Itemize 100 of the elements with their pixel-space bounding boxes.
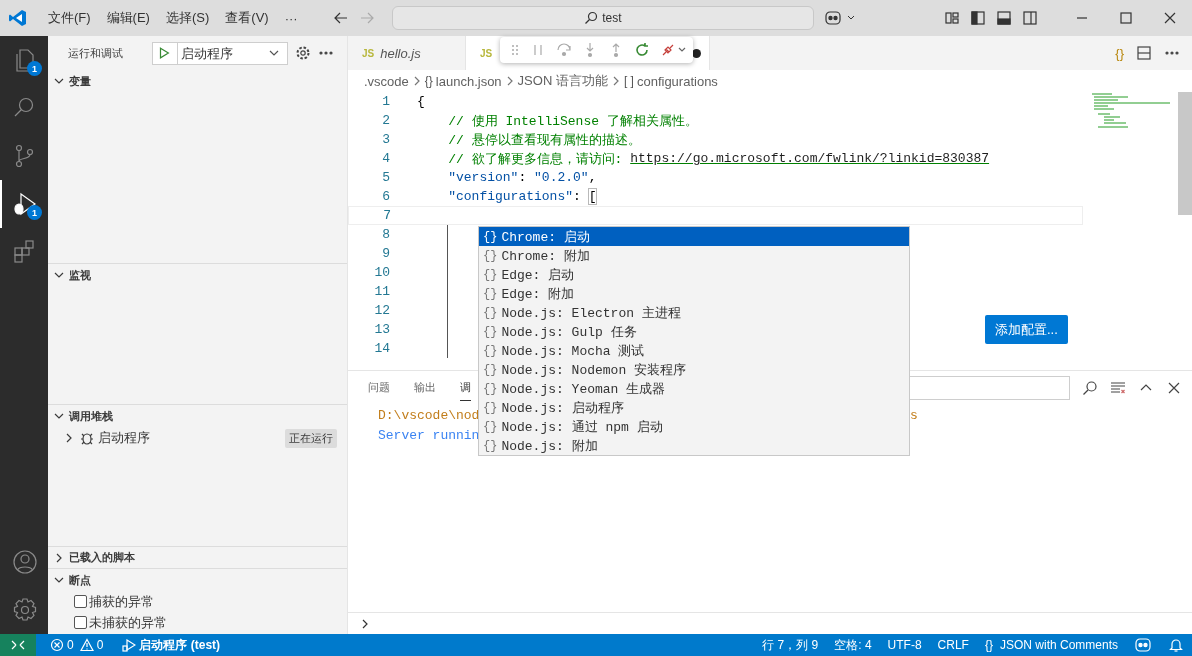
code-line: "configurations": [ [447, 189, 597, 204]
suggestion-item[interactable]: {} Node.js: 附加 [479, 436, 909, 455]
count-badge: 1 [27, 61, 42, 76]
command-center[interactable]: test [391, 6, 814, 30]
warning-icon [79, 638, 94, 652]
panel-tab[interactable]: 输出 [414, 375, 436, 401]
search-icon [584, 11, 599, 25]
settings-icon [11, 596, 39, 624]
suggestion-item[interactable]: {} Edge: 附加 [479, 284, 909, 303]
split-editor-icon[interactable] [1136, 45, 1152, 61]
line-number: 12 [373, 303, 390, 318]
app-logo [8, 8, 28, 28]
section-header[interactable]: 已载入的脚本 [48, 547, 347, 568]
line-number: 2 [381, 113, 390, 128]
bell-icon[interactable] [1168, 637, 1184, 653]
error-icon [50, 638, 64, 652]
checkbox[interactable] [74, 616, 87, 629]
line-number: 11 [373, 284, 390, 299]
menu-item[interactable]: 编辑(E) [98, 9, 158, 27]
line-number: 1 [381, 94, 390, 109]
count-badge: 1 [27, 205, 42, 220]
settings-icon[interactable] [295, 45, 311, 61]
layout-icon[interactable] [944, 10, 960, 26]
status-badge: 正在运行 [285, 428, 337, 448]
line-number: 3 [381, 132, 390, 147]
breadcrumb-item[interactable]: .vscode [364, 73, 409, 89]
suggestion-item[interactable]: {} Chrome: 附加 [479, 246, 909, 265]
breadcrumb-icon: {} [424, 74, 433, 88]
thread-name: 启动程序 [98, 429, 151, 447]
suggestion-item[interactable]: {} Node.js: Electron 主进程 [479, 303, 909, 322]
output-line: s [910, 407, 918, 423]
menu-item[interactable]: 查看(V) [217, 9, 277, 27]
line-number: 10 [373, 265, 390, 280]
debug-icon [122, 638, 137, 652]
suggestion-item[interactable]: {} Edge: 启动 [479, 265, 909, 284]
code-link[interactable]: https://go.microsoft.com/fwlink/?linkid=830387 [630, 151, 990, 166]
debug-status[interactable]: 启动程序 (test) [114, 636, 229, 654]
suggestion-item[interactable]: {} Chrome: 启动 [479, 227, 909, 246]
breadcrumb-item[interactable]: JSON 语言功能 [517, 72, 608, 90]
activity-bar-item[interactable]: 1 [0, 36, 48, 84]
line-number: 5 [381, 170, 390, 185]
add-configuration-button[interactable]: 添加配置... [985, 315, 1068, 344]
secondary-sidebar-icon[interactable] [1022, 10, 1038, 26]
problems-status[interactable]: 0 0 [42, 638, 115, 652]
line-number: 9 [381, 246, 390, 261]
step-over-icon[interactable] [556, 42, 572, 58]
status-item[interactable]: 空格: 4 [826, 636, 880, 654]
menu-item[interactable]: 文件(F) [40, 9, 99, 27]
status-item[interactable]: UTF-8 [879, 638, 930, 652]
search-icon[interactable] [1082, 380, 1098, 396]
call-stack-item[interactable]: 启动程序 正在运行 [48, 427, 347, 449]
panel-tab[interactable]: 调 [460, 375, 471, 401]
config-name: 启动程序 [177, 42, 267, 64]
gripper-icon[interactable] [510, 43, 520, 57]
panel-toggle-icon[interactable] [996, 10, 1012, 26]
maximize-icon[interactable] [1118, 10, 1134, 26]
disconnect-icon[interactable] [660, 42, 688, 58]
code-line: "version": "0.2.0", [447, 170, 597, 185]
suggestion-item[interactable]: {} Node.js: Nodemon 安装程序 [479, 360, 909, 379]
bug-icon [79, 430, 95, 446]
menu-item[interactable]: 选择(S) [157, 9, 218, 27]
account-icon [11, 548, 39, 576]
more-menu[interactable]: ··· [276, 10, 306, 26]
suggestion-item[interactable]: {} Node.js: 通过 npm 启动 [479, 417, 909, 436]
clear-output-icon[interactable] [1110, 380, 1126, 396]
checkbox-label: 捕获的异常 [89, 592, 154, 611]
breadcrumb-item[interactable]: launch.json [435, 73, 502, 89]
code-line: // 悬停以查看现有属性的描述。 [447, 131, 641, 149]
panel-tab[interactable]: 问题 [368, 375, 390, 401]
copilot-icon[interactable] [1134, 636, 1152, 654]
breadcrumb-icon: [ ] [623, 74, 634, 88]
checkbox[interactable] [74, 595, 87, 608]
suggestion-item[interactable]: {} Node.js: Yeoman 生成器 [479, 379, 909, 398]
remote-icon[interactable] [0, 634, 36, 656]
line-number: 8 [381, 227, 390, 242]
line-number: 6 [381, 189, 390, 204]
section-header[interactable]: 调用堆栈 [48, 405, 347, 427]
suggestion-item[interactable]: {} Node.js: Mocha 测试 [479, 341, 909, 360]
breadcrumb-item[interactable]: configurations [636, 73, 718, 89]
sidebar-title: 运行和调试 [68, 45, 124, 61]
output-line: D:\vscode\nod [378, 407, 481, 423]
config-dropdown[interactable]: 启动程序 [152, 41, 288, 65]
code-comment: // 欲了解更多信息，请访问: [447, 150, 624, 168]
status-item[interactable]: CRLF [929, 638, 977, 652]
suggestion-item[interactable]: {} Node.js: Gulp 任务 [479, 322, 909, 341]
section-header[interactable]: 断点 [48, 569, 347, 591]
section-header[interactable]: 监视 [48, 264, 347, 286]
sidebar-toggle-icon[interactable] [970, 10, 986, 26]
close-icon[interactable] [1162, 10, 1178, 26]
line-number: 13 [373, 322, 390, 337]
close-icon[interactable] [1166, 380, 1182, 396]
section-header[interactable]: 变量 [48, 70, 347, 92]
status-item[interactable]: 行 7，列 9 [754, 636, 827, 654]
line-number: 7 [382, 208, 391, 223]
restart-icon[interactable] [634, 42, 650, 58]
back-arrow-icon[interactable] [332, 10, 349, 26]
language-status[interactable]: {} JSON with Comments [976, 638, 1126, 652]
suggestion-item[interactable]: {} Node.js: 启动程序 [479, 398, 909, 417]
code-line: // 使用 IntelliSense 了解相关属性。 [447, 112, 698, 130]
scrollbar[interactable] [1178, 92, 1192, 215]
